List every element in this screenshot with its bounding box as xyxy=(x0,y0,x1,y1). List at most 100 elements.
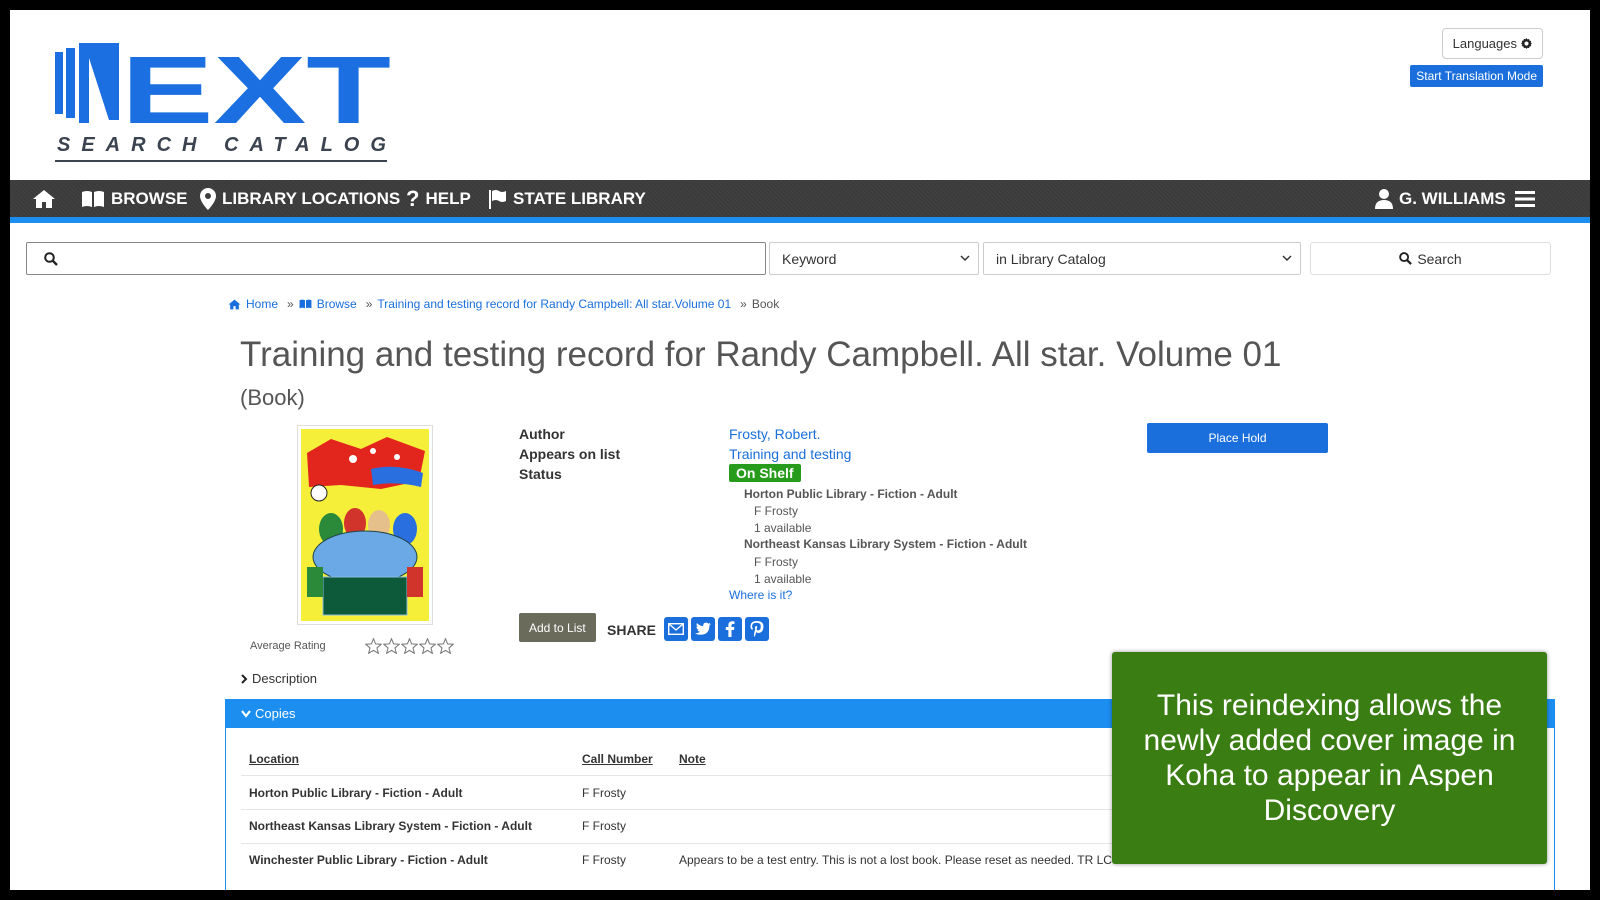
copy-location: Winchester Public Library - Fiction - Ad… xyxy=(249,853,488,867)
svg-text:EXT: EXT xyxy=(121,40,391,140)
holding-library: Northeast Kansas Library System - Fictio… xyxy=(744,537,1027,551)
search-type-select[interactable]: Keyword xyxy=(769,242,979,275)
nav-home[interactable] xyxy=(32,180,56,217)
breadcrumb: Home » Browse » Training and testing rec… xyxy=(228,297,779,311)
nav-help[interactable]: ? HELP xyxy=(406,180,471,217)
copy-call-number: F Frosty xyxy=(582,786,626,800)
logo-underline xyxy=(55,160,387,162)
chevron-right-icon xyxy=(241,673,248,684)
place-hold-button[interactable]: Place Hold xyxy=(1147,423,1328,453)
table-divider xyxy=(241,775,1241,776)
callout-text: This reindexing allows the newly added c… xyxy=(1143,689,1516,827)
copy-note: Appears to be a test entry. This is not … xyxy=(679,853,1112,867)
copies-col-location[interactable]: Location xyxy=(249,752,299,766)
breadcrumb-browse[interactable]: Browse xyxy=(317,297,357,311)
copies-col-call-number[interactable]: Call Number xyxy=(582,752,653,766)
breadcrumb-separator: » xyxy=(365,297,373,311)
book-open-icon xyxy=(299,299,312,309)
hamburger-menu-icon xyxy=(1515,190,1535,207)
nav-account[interactable]: G. WILLIAMS xyxy=(1375,180,1506,217)
share-icons xyxy=(664,617,769,641)
languages-button[interactable]: Languages xyxy=(1441,28,1543,59)
question-icon: ? xyxy=(406,185,420,211)
catalog-page: EXT SEARCH CATALOG Languages Start Trans… xyxy=(10,10,1590,890)
chevron-down-icon xyxy=(960,255,970,262)
breadcrumb-list[interactable]: Training and testing record for Randy Ca… xyxy=(377,297,731,311)
search-scope-value: in Library Catalog xyxy=(996,250,1106,267)
breadcrumb-separator: » xyxy=(740,297,747,311)
twitter-share-icon[interactable] xyxy=(691,617,715,641)
breadcrumb-home[interactable]: Home xyxy=(246,297,278,311)
cover-art xyxy=(301,429,429,621)
status-badge: On Shelf xyxy=(729,464,801,482)
comic-cover-illustration xyxy=(301,429,429,621)
chevron-down-icon xyxy=(241,709,251,718)
author-label: Author xyxy=(519,426,565,442)
next-logo-graphic: EXT xyxy=(55,40,391,140)
map-marker-icon xyxy=(200,187,216,210)
rating-stars[interactable] xyxy=(365,638,454,654)
nav-help-label: HELP xyxy=(425,188,471,208)
search-icon xyxy=(44,252,58,266)
description-label: Description xyxy=(252,671,318,686)
site-logo[interactable]: EXT SEARCH CATALOG xyxy=(55,40,395,165)
table-divider xyxy=(241,843,1241,844)
flag-icon xyxy=(489,189,506,209)
nav-browse-label: BROWSE xyxy=(111,188,188,208)
user-icon xyxy=(1375,188,1393,209)
where-is-it-link[interactable]: Where is it? xyxy=(729,588,792,602)
copy-location: Northeast Kansas Library System - Fictio… xyxy=(249,819,532,833)
start-translation-button[interactable]: Start Translation Mode xyxy=(1410,65,1543,87)
breadcrumb-separator: » xyxy=(287,297,294,311)
list-link[interactable]: Training and testing xyxy=(729,446,851,462)
copy-call-number: F Frosty xyxy=(582,853,626,867)
search-icon xyxy=(1399,252,1413,265)
table-divider xyxy=(241,809,1241,810)
nav-browse[interactable]: BROWSE xyxy=(81,180,188,217)
home-icon xyxy=(228,299,241,309)
copies-col-note[interactable]: Note xyxy=(679,752,706,766)
holding-call-number: F Frosty xyxy=(754,555,798,569)
nav-state-library-label: STATE LIBRARY xyxy=(513,188,646,208)
search-scope-select[interactable]: in Library Catalog xyxy=(983,242,1301,275)
nav-accent-bar xyxy=(10,217,1590,223)
main-nav: BROWSE LIBRARY LOCATIONS ? HELP STATE LI… xyxy=(10,180,1590,217)
share-label: SHARE xyxy=(607,622,657,638)
star-icon[interactable] xyxy=(419,638,436,654)
book-open-icon xyxy=(82,190,104,207)
search-type-value: Keyword xyxy=(782,250,837,267)
email-share-icon[interactable] xyxy=(664,617,688,641)
logo-subtitle: SEARCH CATALOG xyxy=(57,134,397,156)
add-to-list-button[interactable]: Add to List xyxy=(519,613,596,642)
holding-library: Horton Public Library - Fiction - Adult xyxy=(744,487,958,501)
holding-call-number: F Frosty xyxy=(754,504,798,518)
description-toggle[interactable]: Description xyxy=(241,671,317,686)
copy-location: Horton Public Library - Fiction - Adult xyxy=(249,786,463,800)
holding-availability: 1 available xyxy=(754,521,812,535)
star-icon[interactable] xyxy=(383,638,400,654)
facebook-share-icon[interactable] xyxy=(718,617,742,641)
star-icon[interactable] xyxy=(365,638,382,654)
search-input[interactable] xyxy=(26,242,766,275)
chevron-down-icon xyxy=(1282,255,1292,262)
nav-state-library[interactable]: STATE LIBRARY xyxy=(487,180,646,217)
search-button[interactable]: Search xyxy=(1310,242,1551,275)
annotation-callout: This reindexing allows the newly added c… xyxy=(1112,652,1547,864)
pinterest-share-icon[interactable] xyxy=(745,617,769,641)
breadcrumb-current: Book xyxy=(751,297,780,311)
record-format: (Book) xyxy=(240,385,305,410)
star-icon[interactable] xyxy=(437,638,454,654)
nav-locations-label: LIBRARY LOCATIONS xyxy=(222,188,401,208)
languages-label: Languages xyxy=(1452,36,1517,51)
nav-library-locations[interactable]: LIBRARY LOCATIONS xyxy=(200,180,400,217)
author-link[interactable]: Frosty, Robert. xyxy=(729,426,821,442)
nav-menu-toggle[interactable] xyxy=(1515,180,1535,217)
nav-user-label: G. WILLIAMS xyxy=(1399,188,1506,208)
copies-header-label: Copies xyxy=(255,706,296,721)
cover-image[interactable] xyxy=(297,425,433,625)
star-icon[interactable] xyxy=(401,638,418,654)
search-button-label: Search xyxy=(1417,250,1462,267)
holding-availability: 1 available xyxy=(754,572,812,586)
record-title: Training and testing record for Randy Ca… xyxy=(240,335,1282,374)
average-rating-label: Average Rating xyxy=(250,640,326,652)
